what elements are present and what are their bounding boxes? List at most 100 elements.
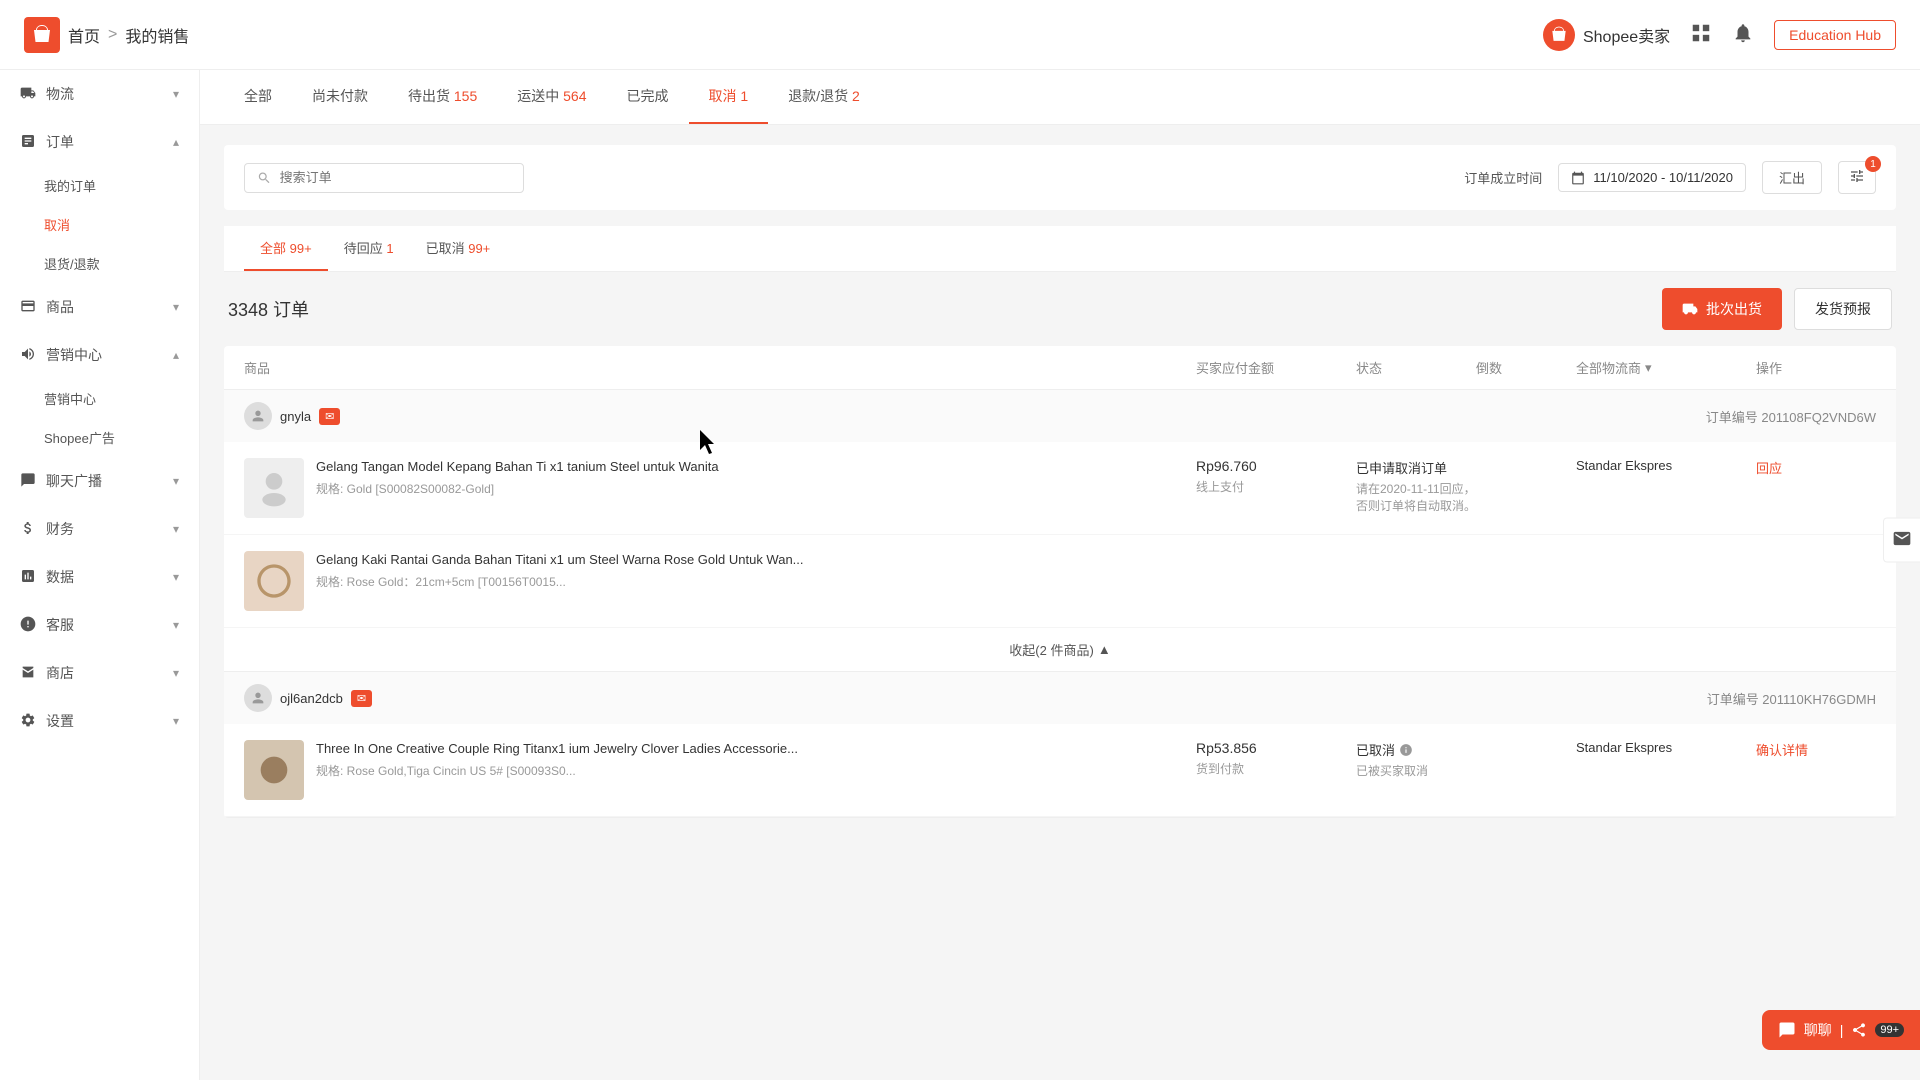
education-hub-button[interactable]: Education Hub — [1774, 20, 1896, 50]
chat-label: 聊聊 — [1804, 1020, 1832, 1040]
bell-icon[interactable] — [1732, 22, 1754, 47]
sidebar-item-shopee-ads[interactable]: Shopee广告 — [0, 418, 199, 457]
filter-badge: 1 — [1865, 156, 1881, 172]
payment-method-2-1: 货到付款 — [1196, 760, 1356, 777]
breadcrumb-separator: > — [108, 26, 117, 44]
grid-icon[interactable] — [1690, 22, 1712, 47]
forecast-button[interactable]: 发货预报 — [1794, 288, 1892, 330]
chat-floating-icon — [1778, 1021, 1796, 1039]
col-count: 倒数 — [1476, 358, 1576, 377]
chevron-down-icon-shezhi: ▾ — [173, 714, 179, 728]
sidebar: 物流 ▾ 订单 ▴ 我的订单 取消 退货/退款 商品 — [0, 70, 200, 1080]
chat-badge: 99+ — [1875, 1023, 1904, 1037]
price-cell-1-1: Rp96.760 线上支付 — [1196, 458, 1356, 495]
chevron-up-icon: ▴ — [173, 135, 179, 149]
finance-icon — [20, 520, 36, 539]
tab-unpaid[interactable]: 尚未付款 — [292, 70, 388, 124]
col-logistics[interactable]: 全部物流商 ▾ — [1576, 358, 1756, 377]
buyer-name-2: ojl6an2dcb — [280, 691, 343, 706]
product-spec-1-2: 规格: Rose Gold：21cm+5cm [T00156T0015... — [316, 573, 1196, 590]
sidebar-label-shangpin: 商品 — [46, 297, 74, 317]
filter-icon-button[interactable]: 1 — [1838, 161, 1876, 194]
sub-tab-all[interactable]: 全部 99+ — [244, 226, 328, 271]
sub-tab-pending-reply[interactable]: 待回应 1 — [328, 226, 410, 271]
sidebar-item-shangdian[interactable]: 商店 ▾ — [0, 649, 199, 697]
sidebar-sub-yingxiao: 营销中心 Shopee广告 — [0, 379, 199, 457]
product-cell-2-1: Three In One Creative Couple Ring Titanx… — [244, 740, 1196, 800]
sidebar-item-my-orders[interactable]: 我的订单 — [0, 166, 199, 205]
date-range-picker[interactable]: 11/10/2020 - 10/11/2020 — [1558, 163, 1746, 192]
layout: 物流 ▾ 订单 ▴ 我的订单 取消 退货/退款 商品 — [0, 70, 1920, 1080]
sidebar-label-shangdian: 商店 — [46, 663, 74, 683]
chevron-down-icon-shangpin: ▾ — [173, 300, 179, 314]
sidebar-item-cancel[interactable]: 取消 — [0, 205, 199, 244]
home-link[interactable]: 首页 — [68, 23, 100, 47]
order-item-1-2: Gelang Kaki Rantai Ganda Bahan Titani x1… — [224, 535, 1896, 628]
buyer-info-2: ojl6an2dcb ✉ — [244, 684, 372, 712]
sidebar-item-wuliu[interactable]: 物流 ▾ — [0, 70, 199, 118]
sidebar-item-caiwu[interactable]: 财务 ▾ — [0, 505, 199, 553]
chevron-up-icon-yingxiao: ▴ — [173, 348, 179, 362]
product-name-1-1: Gelang Tangan Model Kepang Bahan Ti x1 t… — [316, 458, 1196, 476]
breadcrumb-current: 我的销售 — [125, 23, 189, 47]
order-count: 3348 订单 — [228, 296, 309, 322]
tab-done[interactable]: 已完成 — [607, 70, 689, 124]
status-cell-1-1: 已申请取消订单 请在2020-11-11回应，否则订单将自动取消。 — [1356, 458, 1476, 515]
tab-return[interactable]: 退款/退货 2 — [768, 70, 880, 124]
chat-button-1[interactable]: ✉ — [319, 408, 340, 425]
status-text-1-1: 已申请取消订单 — [1356, 458, 1476, 477]
mail-icon-sidebar[interactable] — [1883, 518, 1920, 563]
sidebar-label-kefu: 客服 — [46, 615, 74, 635]
price-cell-2-1: Rp53.856 货到付款 — [1196, 740, 1356, 777]
order-item-2-1: Three In One Creative Couple Ring Titanx… — [224, 724, 1896, 817]
filter-right: 订单成立时间 11/10/2020 - 10/11/2020 汇出 1 — [1464, 161, 1876, 194]
sidebar-label-shuju: 数据 — [46, 567, 74, 587]
product-thumb-1-2 — [244, 551, 304, 611]
sidebar-sub-dingdan: 我的订单 取消 退货/退款 — [0, 166, 199, 283]
tab-cancel[interactable]: 取消 1 — [689, 70, 769, 124]
sidebar-item-kefu[interactable]: 客服 ▾ — [0, 601, 199, 649]
action-link-1-1[interactable]: 回应 — [1756, 461, 1782, 476]
sub-tab-cancelled[interactable]: 已取消 99+ — [410, 226, 507, 271]
export-button[interactable]: 汇出 — [1762, 161, 1822, 194]
sidebar-item-marketing-center[interactable]: 营销中心 — [0, 379, 199, 418]
tab-shipping[interactable]: 运送中 564 — [497, 70, 606, 124]
tab-pending[interactable]: 待出货 155 — [388, 70, 497, 124]
sidebar-label-wuliu: 物流 — [46, 84, 74, 104]
sidebar-item-shangpin[interactable]: 商品 ▾ — [0, 283, 199, 331]
chevron-down-icon-caiwu: ▾ — [173, 522, 179, 536]
action-link-2-1[interactable]: 确认详情 — [1756, 743, 1808, 758]
table-header: 商品 买家应付金额 状态 倒数 全部物流商 ▾ 操作 — [224, 346, 1896, 390]
product-spec-1-1: 规格: Gold [S00082S00082-Gold] — [316, 480, 1196, 497]
chevron-down-icon-shuju: ▾ — [173, 570, 179, 584]
batch-ship-button[interactable]: 批次出货 — [1662, 288, 1782, 330]
header-left: 首页 > 我的销售 — [24, 17, 189, 53]
search-box[interactable] — [244, 163, 524, 193]
product-name-1-2: Gelang Kaki Rantai Ganda Bahan Titani x1… — [316, 551, 1196, 569]
broadcast-icon — [20, 472, 36, 491]
search-filter-row: 订单成立时间 11/10/2020 - 10/11/2020 汇出 1 — [224, 145, 1896, 210]
order-icon — [20, 133, 36, 152]
search-input[interactable] — [280, 170, 511, 185]
chevron-down-icon: ▾ — [173, 87, 179, 101]
chat-floating-button[interactable]: 聊聊 | 99+ — [1762, 1010, 1920, 1050]
mail-icon — [1892, 529, 1912, 549]
logistics-cell-1-1: Standar Ekspres — [1576, 458, 1756, 473]
sidebar-item-dingdan[interactable]: 订单 ▴ — [0, 118, 199, 166]
tab-all[interactable]: 全部 — [224, 70, 292, 124]
sidebar-item-zhibo[interactable]: 聊天广播 ▾ — [0, 457, 199, 505]
col-status: 状态 — [1356, 358, 1476, 377]
collapse-row-1[interactable]: 收起(2 件商品) ▲ — [224, 628, 1896, 671]
sidebar-item-shuju[interactable]: 数据 ▾ — [0, 553, 199, 601]
sidebar-item-shezhi[interactable]: 设置 ▾ — [0, 697, 199, 745]
action-cell-2-1: 确认详情 — [1756, 740, 1876, 759]
price-1-1: Rp96.760 — [1196, 458, 1356, 474]
sidebar-item-return[interactable]: 退货/退款 — [0, 244, 199, 283]
order-number-2: 订单编号 201110KH76GDMH — [1707, 689, 1876, 708]
share-icon — [1851, 1022, 1867, 1038]
search-icon — [257, 170, 272, 186]
chat-button-2[interactable]: ✉ — [351, 690, 372, 707]
product-name-2-1: Three In One Creative Couple Ring Titanx… — [316, 740, 1196, 758]
sidebar-item-yingxiao[interactable]: 营销中心 ▴ — [0, 331, 199, 379]
marketing-icon — [20, 346, 36, 365]
